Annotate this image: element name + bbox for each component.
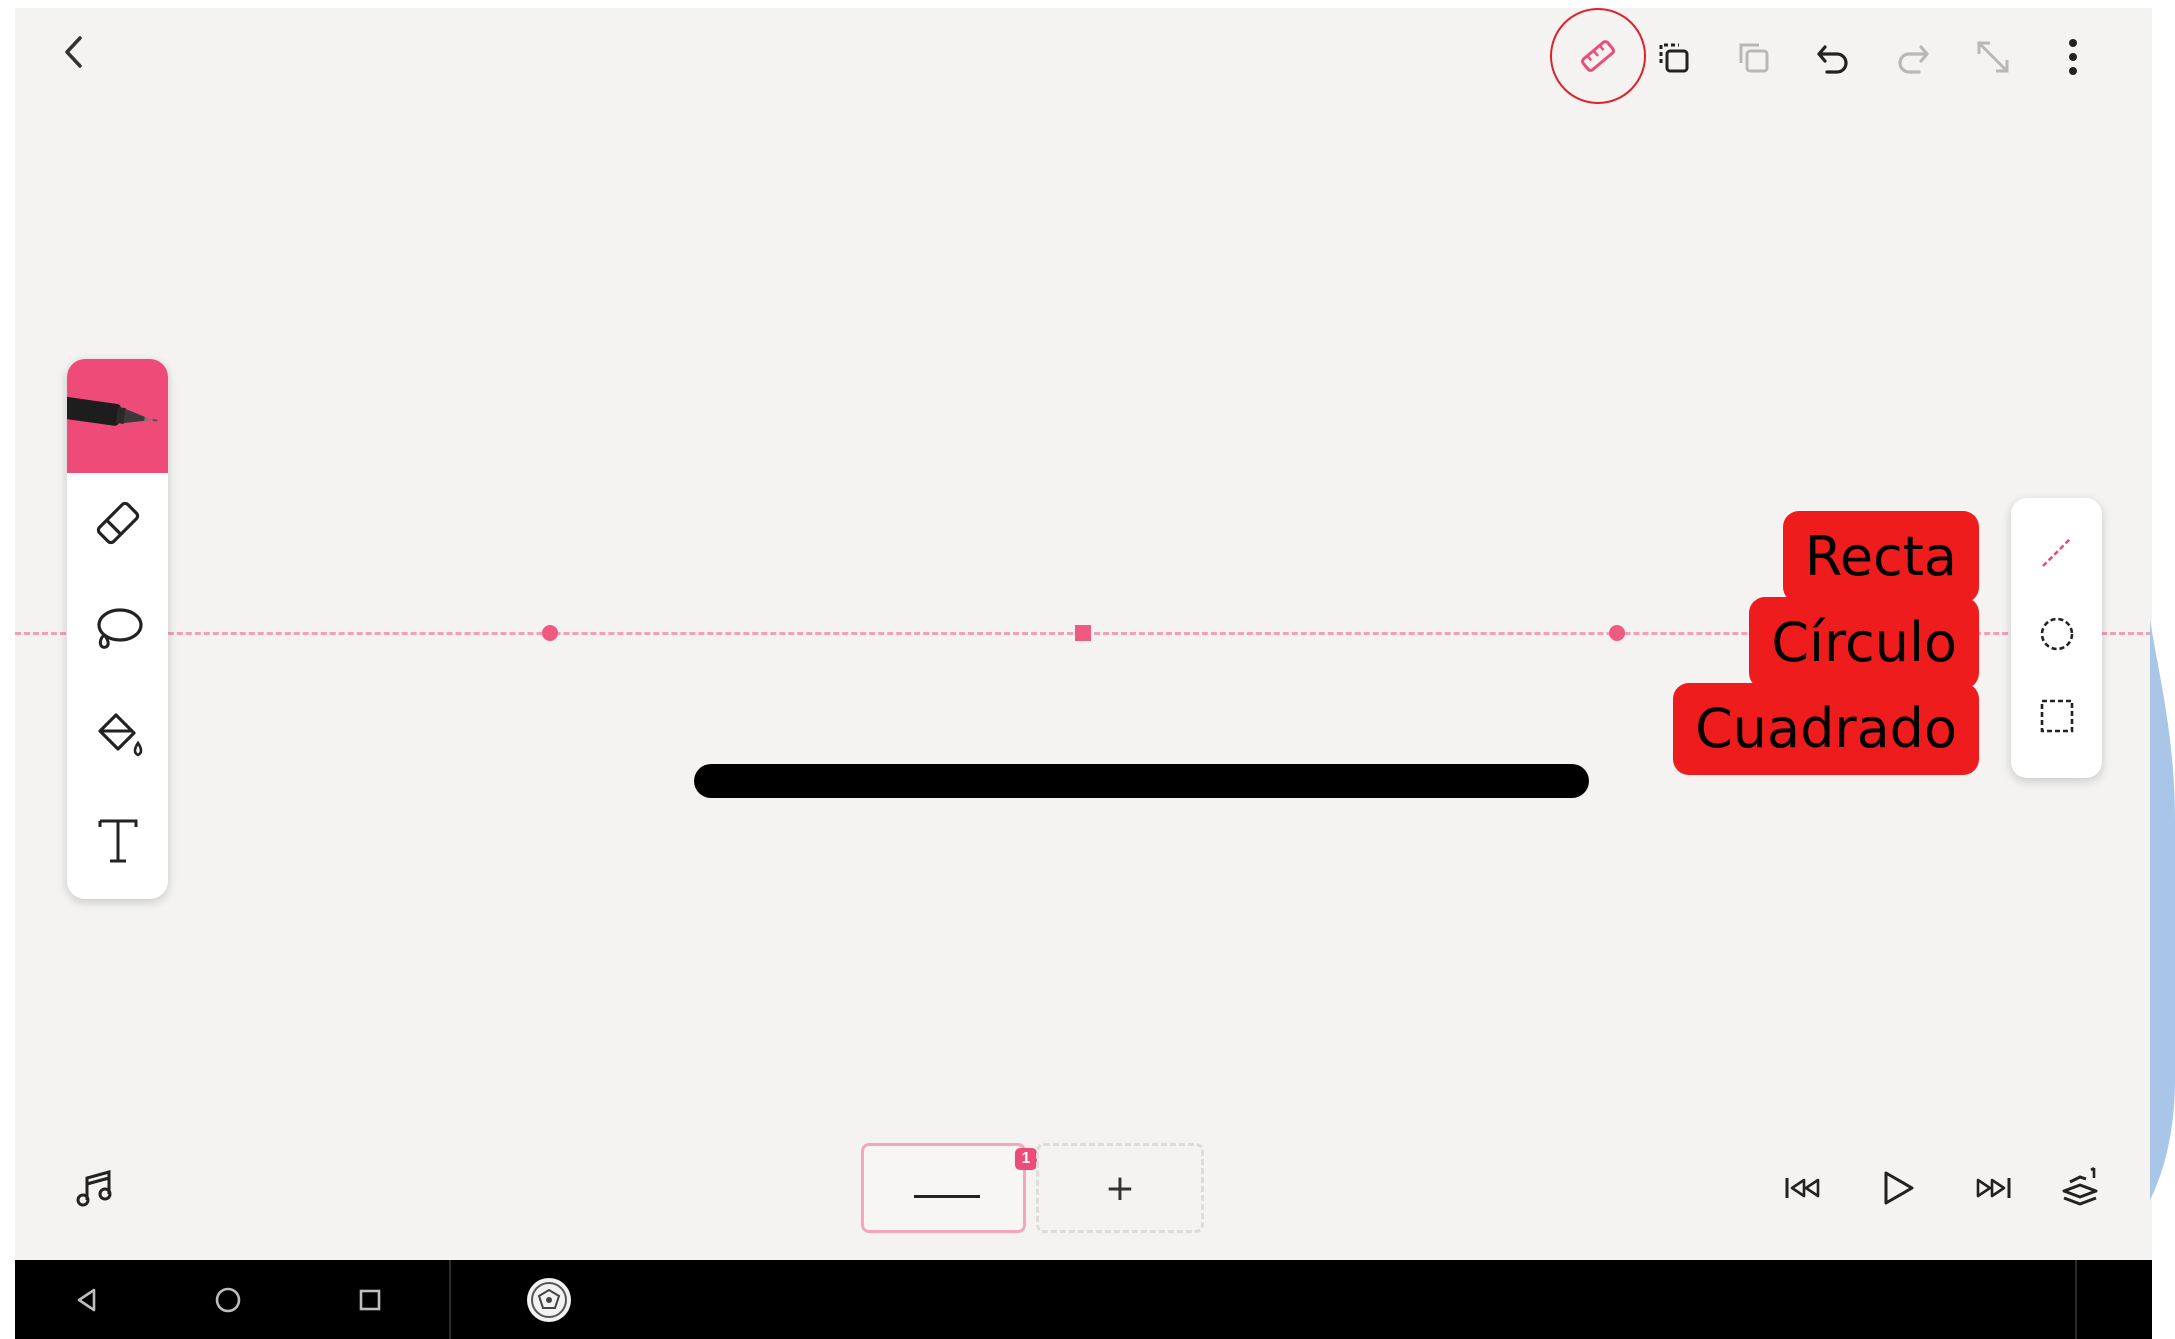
fill-bucket-icon (67, 685, 168, 785)
layers-icon[interactable] (2050, 1156, 2110, 1216)
pen-tool[interactable] (67, 359, 168, 473)
frame-thumbnail[interactable] (861, 1143, 1026, 1233)
eraser-icon (67, 473, 168, 573)
nav-recents-icon[interactable] (348, 1278, 392, 1322)
frame-thumbnail-preview (914, 1195, 980, 1198)
eraser-tool[interactable] (67, 473, 168, 573)
label-line: Recta (1782, 511, 1979, 603)
frame-number-badge: 1 (1015, 1148, 1037, 1170)
label-circle: Círculo (1749, 597, 1979, 689)
square-shape-icon (2011, 676, 2102, 756)
app-window: Recta Círculo Cuadrado 1 + (15, 8, 2152, 1339)
decorative-blue-shape (2150, 620, 2175, 1200)
lasso-icon (67, 579, 168, 679)
tool-sidebar (67, 359, 168, 899)
lasso-tool[interactable] (67, 579, 168, 679)
copy-icon[interactable] (1728, 32, 1778, 82)
pen-icon (67, 379, 168, 449)
music-icon[interactable] (65, 1158, 125, 1218)
nav-divider-right (2075, 1260, 2077, 1339)
more-icon[interactable] (2048, 32, 2098, 82)
app-shortcut-icon[interactable] (523, 1274, 575, 1326)
guide-handle-right[interactable] (1609, 625, 1625, 641)
system-nav-bar (15, 1260, 2152, 1339)
fill-tool[interactable] (67, 685, 168, 785)
duplicate-icon[interactable] (1648, 32, 1698, 82)
drawn-stroke[interactable] (694, 764, 1589, 798)
ruler-icon[interactable] (1568, 28, 1628, 84)
expand-icon[interactable] (1968, 32, 2018, 82)
back-icon[interactable] (45, 22, 105, 82)
line-shape-icon (2011, 512, 2102, 592)
shape-panel (2011, 498, 2102, 778)
square-shape-button[interactable] (2011, 676, 2102, 756)
text-tool-icon (67, 791, 168, 891)
line-shape-button[interactable] (2011, 512, 2102, 592)
guide-handle-center[interactable] (1075, 625, 1091, 641)
redo-icon[interactable] (1888, 32, 1938, 82)
nav-back-icon[interactable] (65, 1278, 109, 1322)
guide-handle-left[interactable] (542, 625, 558, 641)
play-icon[interactable] (1868, 1158, 1928, 1218)
first-frame-icon[interactable] (1774, 1158, 1834, 1218)
last-frame-icon[interactable] (1962, 1158, 2022, 1218)
top-toolbar (15, 8, 2152, 108)
circle-shape-icon (2011, 594, 2102, 674)
undo-icon[interactable] (1808, 32, 1858, 82)
circle-shape-button[interactable] (2011, 594, 2102, 674)
nav-home-icon[interactable] (206, 1278, 250, 1322)
text-tool[interactable] (67, 791, 168, 891)
nav-divider (449, 1260, 451, 1339)
label-square: Cuadrado (1673, 683, 1979, 775)
add-frame-button[interactable]: + (1036, 1143, 1204, 1233)
